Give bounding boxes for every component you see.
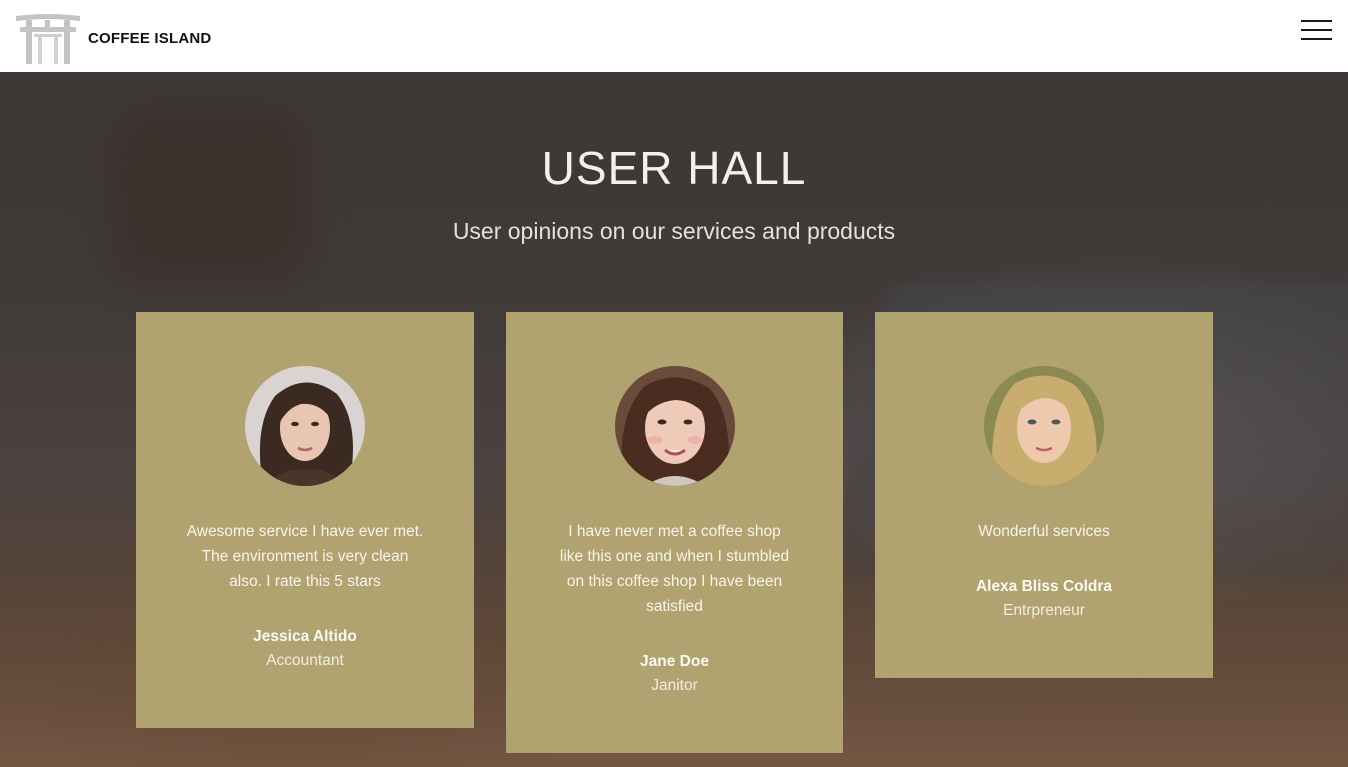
user-photo-icon (245, 366, 365, 486)
testimonial-quote: Wonderful services (978, 523, 1110, 540)
testimonial-card: I have never met a coffee shop like this… (506, 312, 843, 753)
menu-bar (1301, 38, 1332, 40)
testimonial-author: Jane Doe (640, 653, 709, 670)
torii-gate-icon (16, 14, 80, 64)
testimonial-card: Wonderful services Alexa Bliss Coldra En… (875, 312, 1213, 678)
testimonial-role: Entrpreneur (1003, 602, 1085, 619)
hamburger-menu-icon[interactable] (1301, 20, 1332, 40)
section-title: USER HALL (541, 142, 807, 194)
menu-bar (1301, 29, 1332, 31)
testimonial-quote: Awesome service I have ever met. The env… (186, 523, 424, 590)
testimonial-role: Janitor (651, 677, 698, 694)
testimonial-author: Alexa Bliss Coldra (975, 578, 1113, 595)
menu-bar (1301, 20, 1332, 22)
navbar: COFFEE ISLAND (0, 0, 1348, 72)
testimonial-role: Accountant (266, 652, 344, 669)
testimonial-author: Jessica Altido (253, 628, 357, 645)
background-shape (110, 112, 310, 282)
brand-name: COFFEE ISLAND (88, 29, 212, 47)
user-photo-icon (614, 366, 735, 486)
user-photo-icon (984, 366, 1104, 486)
section-subtitle: User opinions on our services and produc… (452, 218, 896, 244)
testimonial-quote: I have never met a coffee shop like this… (559, 523, 790, 615)
testimonial-card: Awesome service I have ever met. The env… (136, 312, 474, 728)
brand-link[interactable]: COFFEE ISLAND (14, 12, 211, 64)
